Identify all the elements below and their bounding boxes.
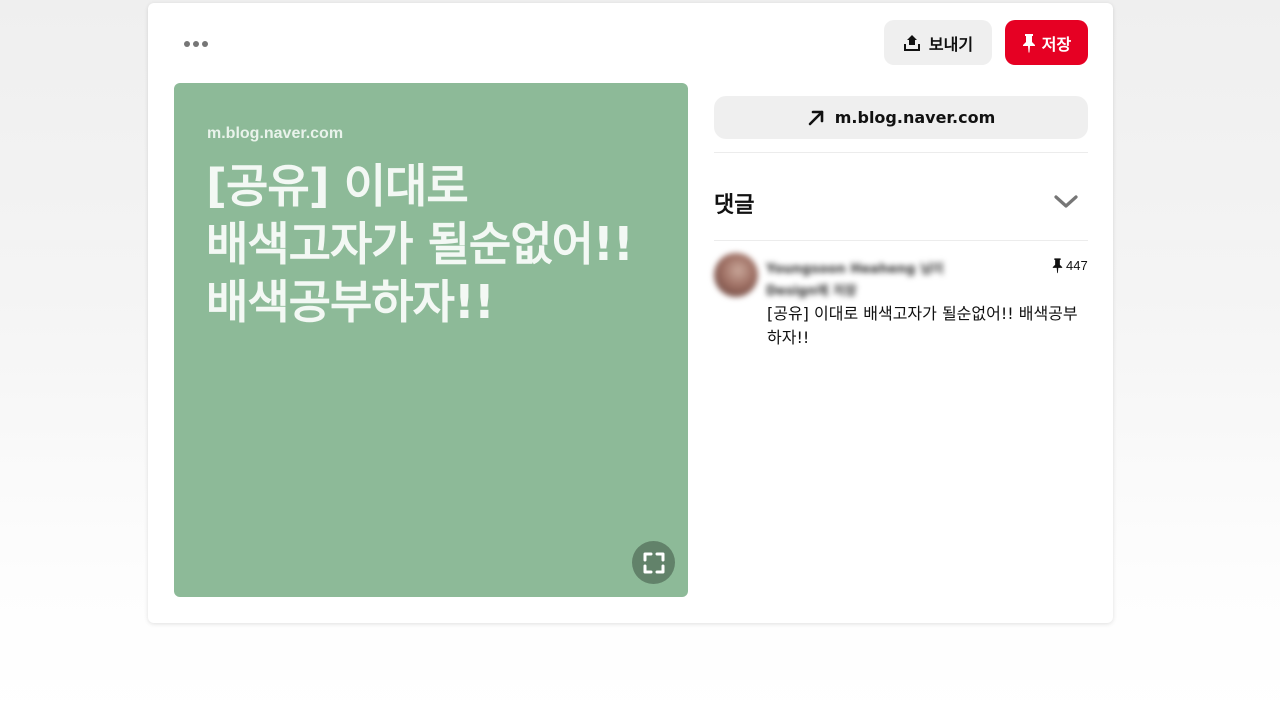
arrow-up-right-icon [808,110,824,125]
divider [714,240,1088,241]
pin-count: 447 [1052,257,1088,274]
pin-count-value: 447 [1066,258,1088,273]
chevron-down-icon [1054,195,1078,208]
expand-image-button[interactable] [632,541,675,584]
visit-site-button[interactable]: m.blog.naver.com [714,96,1088,139]
visit-site-label: m.blog.naver.com [834,108,996,127]
share-upload-icon [903,34,920,51]
pinner-attribution[interactable]: Youngsoon Heaheng 님이 Design에 저장 [766,259,976,303]
comments-heading: 댓글 [714,193,755,218]
ellipsis-icon [193,41,199,47]
pin-closeup-card: 보내기 저장 m.blog.naver.com [공유] 이대로 배색고자가 될… [148,3,1113,623]
save-button-label: 저장 [1041,34,1072,54]
ellipsis-icon [202,41,208,47]
share-button[interactable]: 보내기 [884,20,992,65]
comments-toggle-button[interactable] [1052,188,1080,216]
pin-description: [공유] 이대로 배색고자가 될순없어!! 배색공부하자!! [767,304,1078,347]
save-button[interactable]: 저장 [1005,20,1088,65]
fullscreen-expand-icon [643,552,664,573]
pushpin-icon [1052,258,1063,274]
pin-image-headline: [공유] 이대로 배색고자가 될순없어!! 배색공부하자!! [206,159,634,329]
pin-image[interactable]: m.blog.naver.com [공유] 이대로 배색고자가 될순없어!! 배… [174,83,688,597]
ellipsis-icon [184,41,190,47]
more-options-button[interactable] [176,27,216,61]
share-button-label: 보내기 [928,34,974,54]
divider [714,152,1088,153]
avatar[interactable] [714,253,758,297]
pushpin-icon [1022,33,1035,53]
pin-image-domain: m.blog.naver.com [207,125,344,142]
